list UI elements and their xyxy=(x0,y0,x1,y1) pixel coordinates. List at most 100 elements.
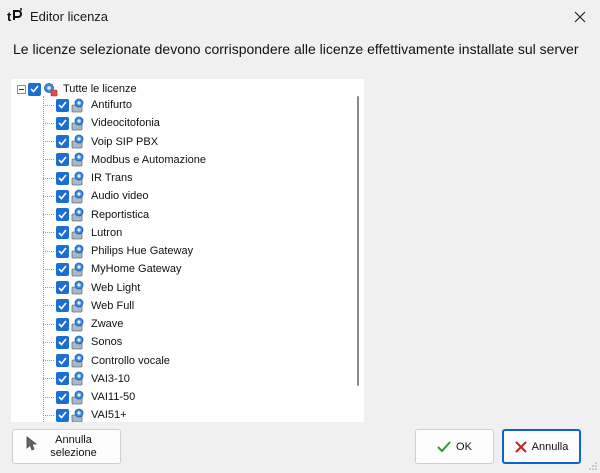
close-button[interactable] xyxy=(560,0,600,33)
tree-item[interactable]: Audio video xyxy=(43,187,149,205)
tree-connector xyxy=(43,341,54,343)
checkbox-checked[interactable] xyxy=(56,135,69,148)
ok-label: OK xyxy=(456,440,472,453)
tree-item-label: Controllo vocale xyxy=(91,354,170,367)
tree-connector xyxy=(43,122,54,124)
tree-connector xyxy=(43,323,54,325)
checkbox-checked[interactable] xyxy=(56,262,69,276)
license-icon xyxy=(71,116,86,131)
checkbox-checked[interactable] xyxy=(56,335,69,349)
checkbox-checked[interactable] xyxy=(56,244,69,258)
tree-connector xyxy=(43,268,54,270)
tree-item[interactable]: MyHome Gateway xyxy=(43,260,181,278)
tree-item[interactable]: Videocitofonia xyxy=(43,114,160,132)
tree-connector xyxy=(43,378,54,380)
collapse-toggle[interactable] xyxy=(17,84,26,94)
tree-item-label: Philips Hue Gateway xyxy=(91,245,194,257)
license-group-icon xyxy=(43,82,58,97)
title-bar: t Editor licenza xyxy=(0,0,600,33)
cancel-label: Annulla xyxy=(531,440,569,453)
license-icon xyxy=(71,244,86,259)
checkbox-checked[interactable] xyxy=(56,299,69,313)
tree-item[interactable]: Voip SIP PBX xyxy=(43,133,158,151)
tree-item-label: Antifurto xyxy=(91,99,132,111)
license-icon xyxy=(71,280,86,295)
tree-item[interactable]: Controllo vocale xyxy=(43,352,170,370)
checkbox-checked[interactable] xyxy=(28,82,41,96)
license-icon xyxy=(71,335,86,350)
license-icon xyxy=(71,390,86,405)
license-tree[interactable]: Tutte le licenze Antifurto Videocitofonia V… xyxy=(11,79,364,422)
license-icon xyxy=(71,171,86,186)
tree-connector xyxy=(43,360,54,361)
tree-connector xyxy=(43,104,54,106)
checkbox-checked[interactable] xyxy=(56,171,69,185)
license-icon xyxy=(71,262,86,277)
tree-item-label: Reportistica xyxy=(91,208,150,221)
tree-item[interactable]: Modbus e Automazione xyxy=(43,151,206,169)
tree-item-label: MyHome Gateway xyxy=(91,263,182,276)
license-icon xyxy=(71,317,86,332)
checkbox-checked[interactable] xyxy=(56,98,69,112)
checkbox-checked[interactable] xyxy=(56,116,69,130)
tree-connector xyxy=(43,214,54,215)
deselect-label-line2: selezione xyxy=(50,446,97,459)
tree-item[interactable]: Lutron xyxy=(43,224,122,242)
tree-item[interactable]: Zwave xyxy=(43,315,123,333)
deselect-label-line1: Annulla xyxy=(55,433,92,446)
tree-item[interactable]: VAI3-10 xyxy=(43,370,130,388)
tree-connector xyxy=(43,287,54,288)
tree-item[interactable]: Antifurto xyxy=(43,96,132,114)
tree-item[interactable]: Web Full xyxy=(43,297,134,315)
checkbox-checked[interactable] xyxy=(56,317,69,331)
tree-item[interactable]: VAI11-50 xyxy=(43,388,135,406)
resize-grip-icon[interactable] xyxy=(588,461,598,471)
checkbox-checked[interactable] xyxy=(56,189,69,203)
tree-item-label: Voip SIP PBX xyxy=(91,135,159,148)
checkbox-checked[interactable] xyxy=(56,408,69,422)
cancel-button[interactable]: Annulla xyxy=(502,429,581,464)
tree-item-label: Videocitofonia xyxy=(91,117,160,130)
tree-item[interactable]: Web Light xyxy=(43,279,140,297)
tree-item-label: Web Full xyxy=(91,299,135,312)
license-icon xyxy=(71,225,86,240)
check-icon xyxy=(437,440,451,452)
checkbox-checked[interactable] xyxy=(56,208,69,221)
checkbox-checked[interactable] xyxy=(56,372,69,386)
license-icon xyxy=(71,353,86,368)
tree-connector xyxy=(43,396,54,398)
license-icon xyxy=(71,408,86,422)
license-icon xyxy=(71,298,86,313)
checkbox-checked[interactable] xyxy=(56,226,69,240)
tree-connector xyxy=(43,195,54,197)
tree-item-label: Audio video xyxy=(91,190,149,203)
svg-text:t: t xyxy=(7,9,12,24)
tree-item-label: VAI3-10 xyxy=(91,372,130,385)
checkbox-checked[interactable] xyxy=(56,153,69,167)
tree-item-label: Zwave xyxy=(91,318,124,330)
deselect-all-button[interactable]: Annulla selezione xyxy=(12,429,121,464)
tree-connector xyxy=(43,232,54,234)
tree-connector xyxy=(43,141,54,142)
tree-item[interactable]: IR Trans xyxy=(43,169,133,187)
tree-item[interactable]: Philips Hue Gateway xyxy=(43,242,193,260)
tree-scrollbar[interactable] xyxy=(357,96,359,386)
tree-item[interactable]: Reportistica xyxy=(43,206,149,224)
tree-item[interactable]: Sonos xyxy=(43,333,122,351)
checkbox-checked[interactable] xyxy=(56,390,69,404)
checkbox-checked[interactable] xyxy=(56,281,69,294)
x-icon xyxy=(514,440,527,453)
tree-item[interactable]: VAI51+ xyxy=(43,406,127,422)
license-icon xyxy=(71,98,86,113)
instruction-text: Le licenze selezionate devono corrispond… xyxy=(13,41,579,57)
tree-connector xyxy=(43,305,54,307)
tree-connector xyxy=(43,414,54,416)
window-title: Editor licenza xyxy=(30,9,109,24)
license-icon xyxy=(71,371,86,386)
tree-item-label: Web Light xyxy=(91,281,141,294)
tree-item-label: VAI51+ xyxy=(91,409,127,422)
checkbox-checked[interactable] xyxy=(56,354,69,367)
ok-button[interactable]: OK xyxy=(415,429,494,464)
license-icon xyxy=(71,134,86,149)
license-icon xyxy=(71,152,86,167)
